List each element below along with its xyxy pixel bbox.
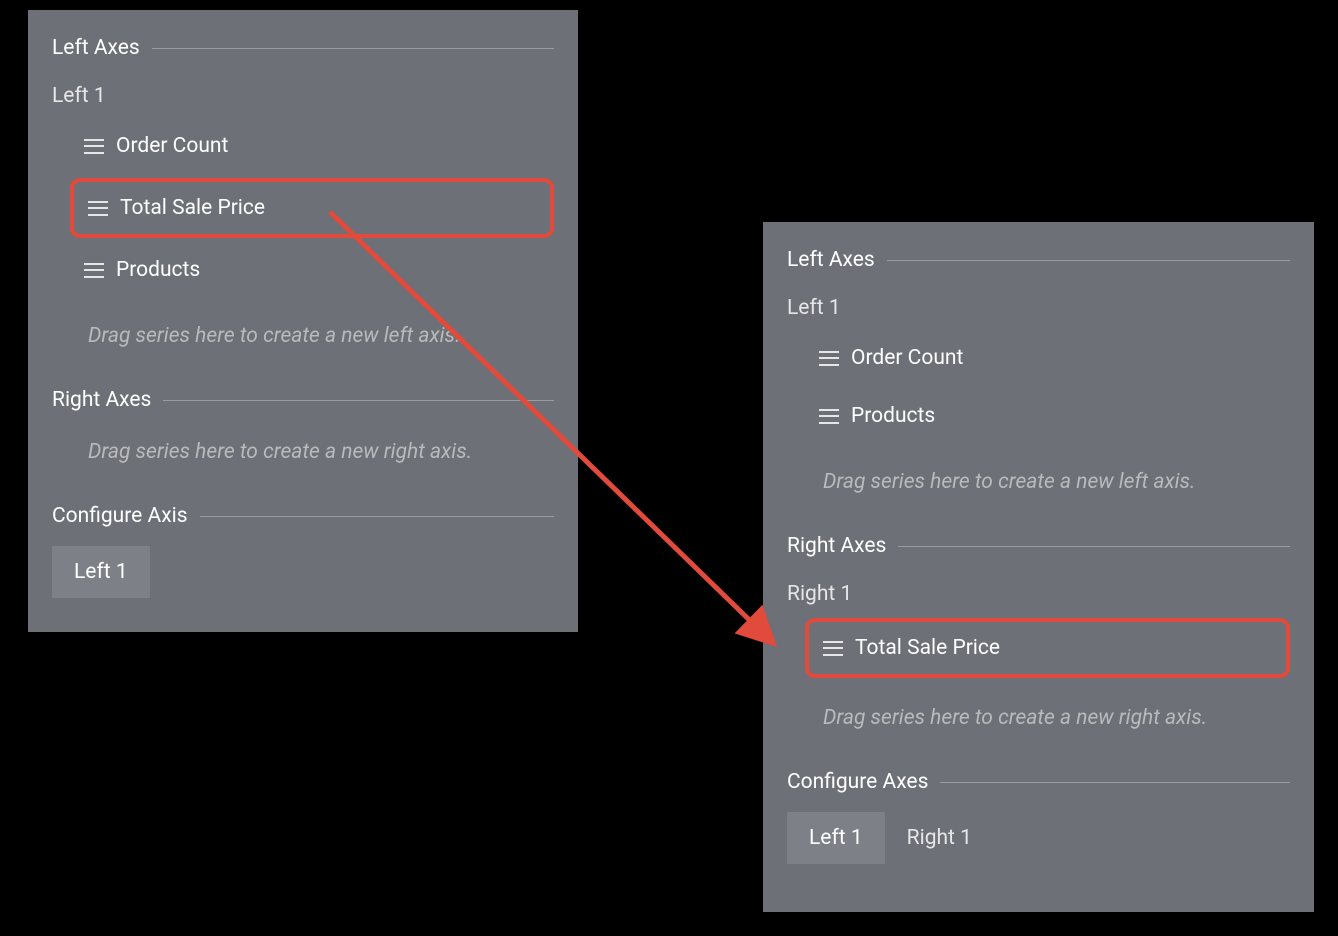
right-axes-header-label: Right Axes	[52, 388, 151, 412]
configure-axes-tabs: Left 1 Right 1	[787, 812, 1290, 864]
axes-config-panel-before: Left Axes Left 1 Order Count Total Sale …	[28, 10, 578, 632]
divider	[940, 782, 1290, 783]
left-axes-header-label: Left Axes	[52, 36, 140, 60]
series-item-order-count[interactable]: Order Count	[70, 120, 554, 172]
right-axes-header: Right Axes	[52, 388, 554, 412]
configure-axes-header: Configure Axes	[787, 770, 1290, 794]
tab-left1[interactable]: Left 1	[787, 812, 885, 864]
divider	[200, 516, 554, 517]
right-axes-drop-hint[interactable]: Drag series here to create a new right a…	[88, 440, 554, 464]
left-axes-series-list: Order Count Total Sale Price Products	[52, 120, 554, 296]
right-axes-series-list: Total Sale Price	[787, 618, 1290, 678]
series-item-order-count[interactable]: Order Count	[805, 332, 1290, 384]
series-item-total-sale-price[interactable]: Total Sale Price	[805, 618, 1290, 678]
drag-handle-icon[interactable]	[84, 139, 104, 154]
right-axes-header-label: Right Axes	[787, 534, 886, 558]
series-label: Order Count	[851, 346, 963, 370]
series-label: Order Count	[116, 134, 228, 158]
left-axes-header: Left Axes	[787, 248, 1290, 272]
tab-left1[interactable]: Left 1	[52, 546, 150, 598]
drag-handle-icon[interactable]	[823, 641, 843, 656]
configure-axis-tabs: Left 1	[52, 546, 554, 598]
drag-handle-icon[interactable]	[88, 201, 108, 216]
left-axes-drop-hint[interactable]: Drag series here to create a new left ax…	[823, 470, 1290, 494]
drag-handle-icon[interactable]	[84, 263, 104, 278]
left-axes-drop-hint[interactable]: Drag series here to create a new left ax…	[88, 324, 554, 348]
divider	[887, 260, 1290, 261]
tab-right1[interactable]: Right 1	[885, 812, 994, 864]
configure-axes-header-label: Configure Axes	[787, 770, 928, 794]
axis-name-left1: Left 1	[52, 84, 554, 108]
divider	[898, 546, 1290, 547]
left-axes-series-list: Order Count Products	[787, 332, 1290, 442]
series-item-products[interactable]: Products	[805, 390, 1290, 442]
series-item-total-sale-price[interactable]: Total Sale Price	[70, 178, 554, 238]
divider	[163, 400, 554, 401]
right-axes-drop-hint[interactable]: Drag series here to create a new right a…	[823, 706, 1290, 730]
left-axes-header: Left Axes	[52, 36, 554, 60]
configure-axis-header-label: Configure Axis	[52, 504, 188, 528]
series-label: Total Sale Price	[120, 196, 265, 220]
series-label: Total Sale Price	[855, 636, 1000, 660]
series-label: Products	[851, 404, 935, 428]
drag-handle-icon[interactable]	[819, 351, 839, 366]
axis-name-left1: Left 1	[787, 296, 1290, 320]
right-axes-header: Right Axes	[787, 534, 1290, 558]
series-label: Products	[116, 258, 200, 282]
drag-handle-icon[interactable]	[819, 409, 839, 424]
configure-axis-header: Configure Axis	[52, 504, 554, 528]
axes-config-panel-after: Left Axes Left 1 Order Count Products Dr…	[763, 222, 1314, 912]
series-item-products[interactable]: Products	[70, 244, 554, 296]
axis-name-right1: Right 1	[787, 582, 1290, 606]
divider	[152, 48, 554, 49]
left-axes-header-label: Left Axes	[787, 248, 875, 272]
